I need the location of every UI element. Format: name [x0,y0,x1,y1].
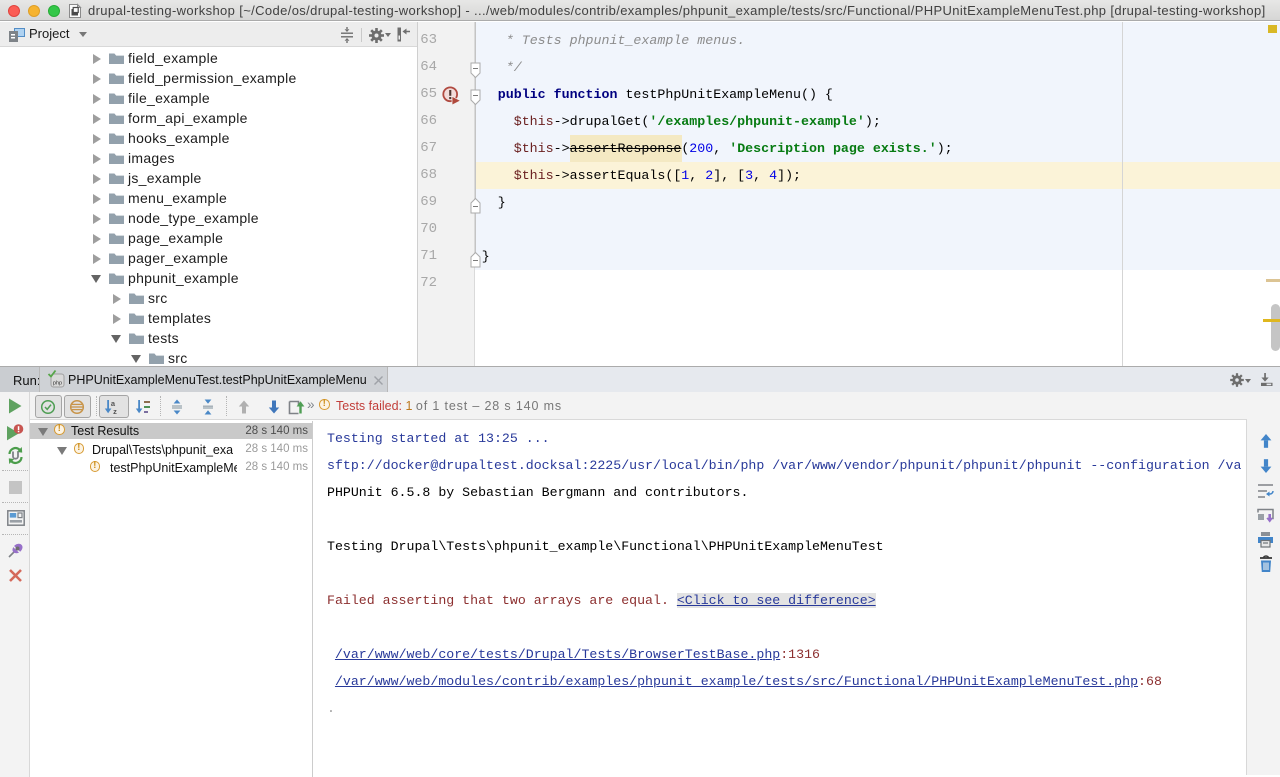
svg-text:php: php [53,381,62,387]
svg-text:z: z [113,407,117,416]
